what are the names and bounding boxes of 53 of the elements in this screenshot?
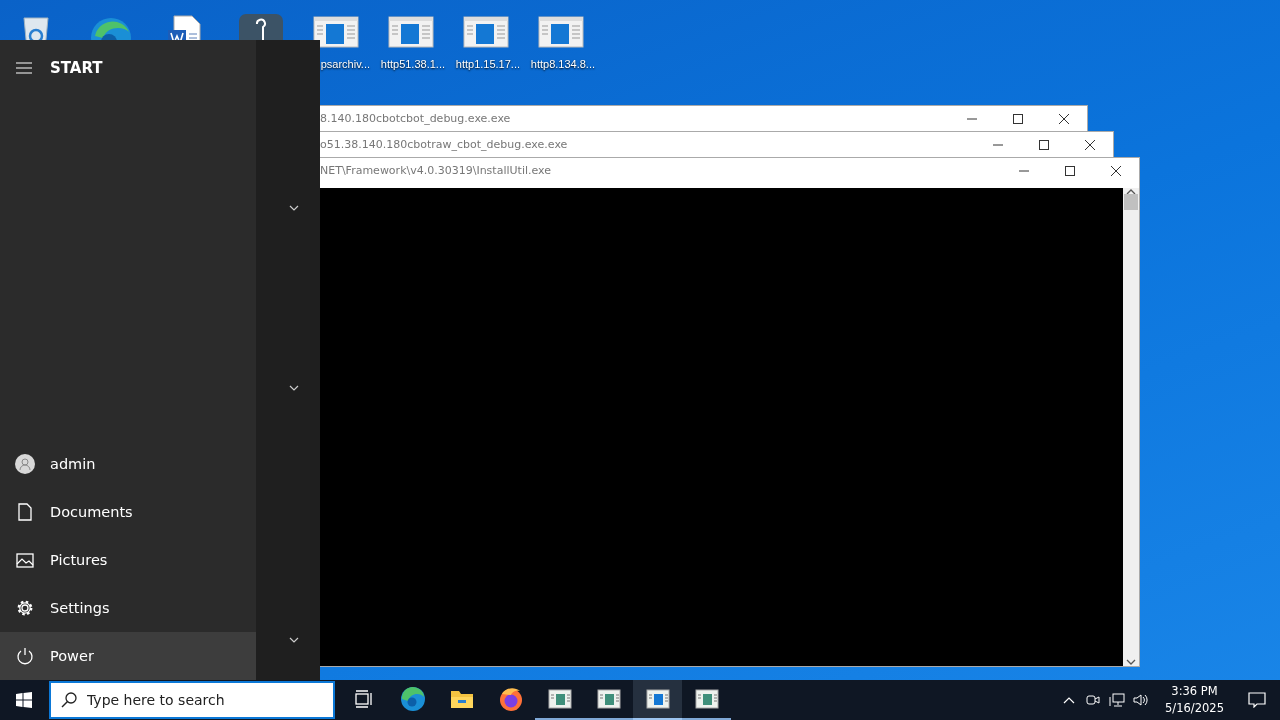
chevron-icon[interactable] [289,385,299,391]
close-icon [1059,113,1069,124]
settings-icon [16,599,34,617]
camera-icon[interactable] [1085,692,1102,708]
taskbar-app-button[interactable] [633,680,682,720]
window-app-icon [645,689,670,709]
search-field[interactable]: Type here to search [49,681,335,719]
start-title: START [50,59,103,77]
windows-logo-icon [16,692,32,708]
close-icon [1111,165,1121,176]
start-menu-item[interactable]: Settings [0,584,256,632]
picture-icon [16,552,34,568]
volume-icon[interactable] [1132,692,1151,708]
scrollbar-thumb[interactable] [1124,194,1138,210]
maximize-icon [1013,113,1023,124]
search-icon [61,692,77,708]
maximize-icon [1039,139,1049,150]
folder-icon [449,688,474,710]
chevron-icon[interactable] [289,205,299,211]
window-title: o51.38.140.180cbotraw_cbot_debug.exe.exe [320,138,569,151]
window-file-icon [462,16,509,48]
window-file-icon [312,16,359,48]
window-title: 8.140.180cbotcbot_debug.exe.exe [320,112,512,125]
start-menu-item[interactable]: Pictures [0,536,256,584]
scrollbar[interactable] [1123,188,1139,666]
clock[interactable]: 3:36 PM 5/16/2025 [1153,683,1234,717]
menu-icon[interactable] [16,62,32,74]
icon-label[interactable]: http8.134.8... [530,58,595,70]
window-title: NET\Framework\v4.0.30319\InstallUtil.exe [320,164,552,177]
network-icon[interactable] [1109,692,1126,708]
edge-icon [399,686,426,712]
close-icon [1085,139,1095,150]
power-icon [16,647,34,665]
icon-label[interactable]: http1.15.17... [455,58,520,70]
firefox-icon [497,686,524,712]
chevron-icon[interactable] [289,637,299,643]
scroll-down-icon[interactable] [1126,658,1136,666]
icon-label[interactable]: psarchiv... [320,58,370,70]
window-file-icon [387,16,434,48]
start-menu-item[interactable]: Power [0,632,256,680]
start-menu-item[interactable]: Documents [0,488,256,536]
window-app-icon [694,689,719,709]
task-view-icon [353,690,374,708]
notification-icon[interactable] [1248,692,1266,708]
window-app-icon [547,689,572,709]
document-icon [17,503,33,521]
start-menu-item[interactable]: admin [0,440,256,488]
icon-label[interactable]: http51.38.1... [380,58,445,70]
window-file-icon [537,16,584,48]
maximize-icon [1065,165,1075,176]
window-app-icon [596,689,621,709]
avatar-icon [15,454,35,474]
chevron-up-icon[interactable] [1063,696,1076,704]
